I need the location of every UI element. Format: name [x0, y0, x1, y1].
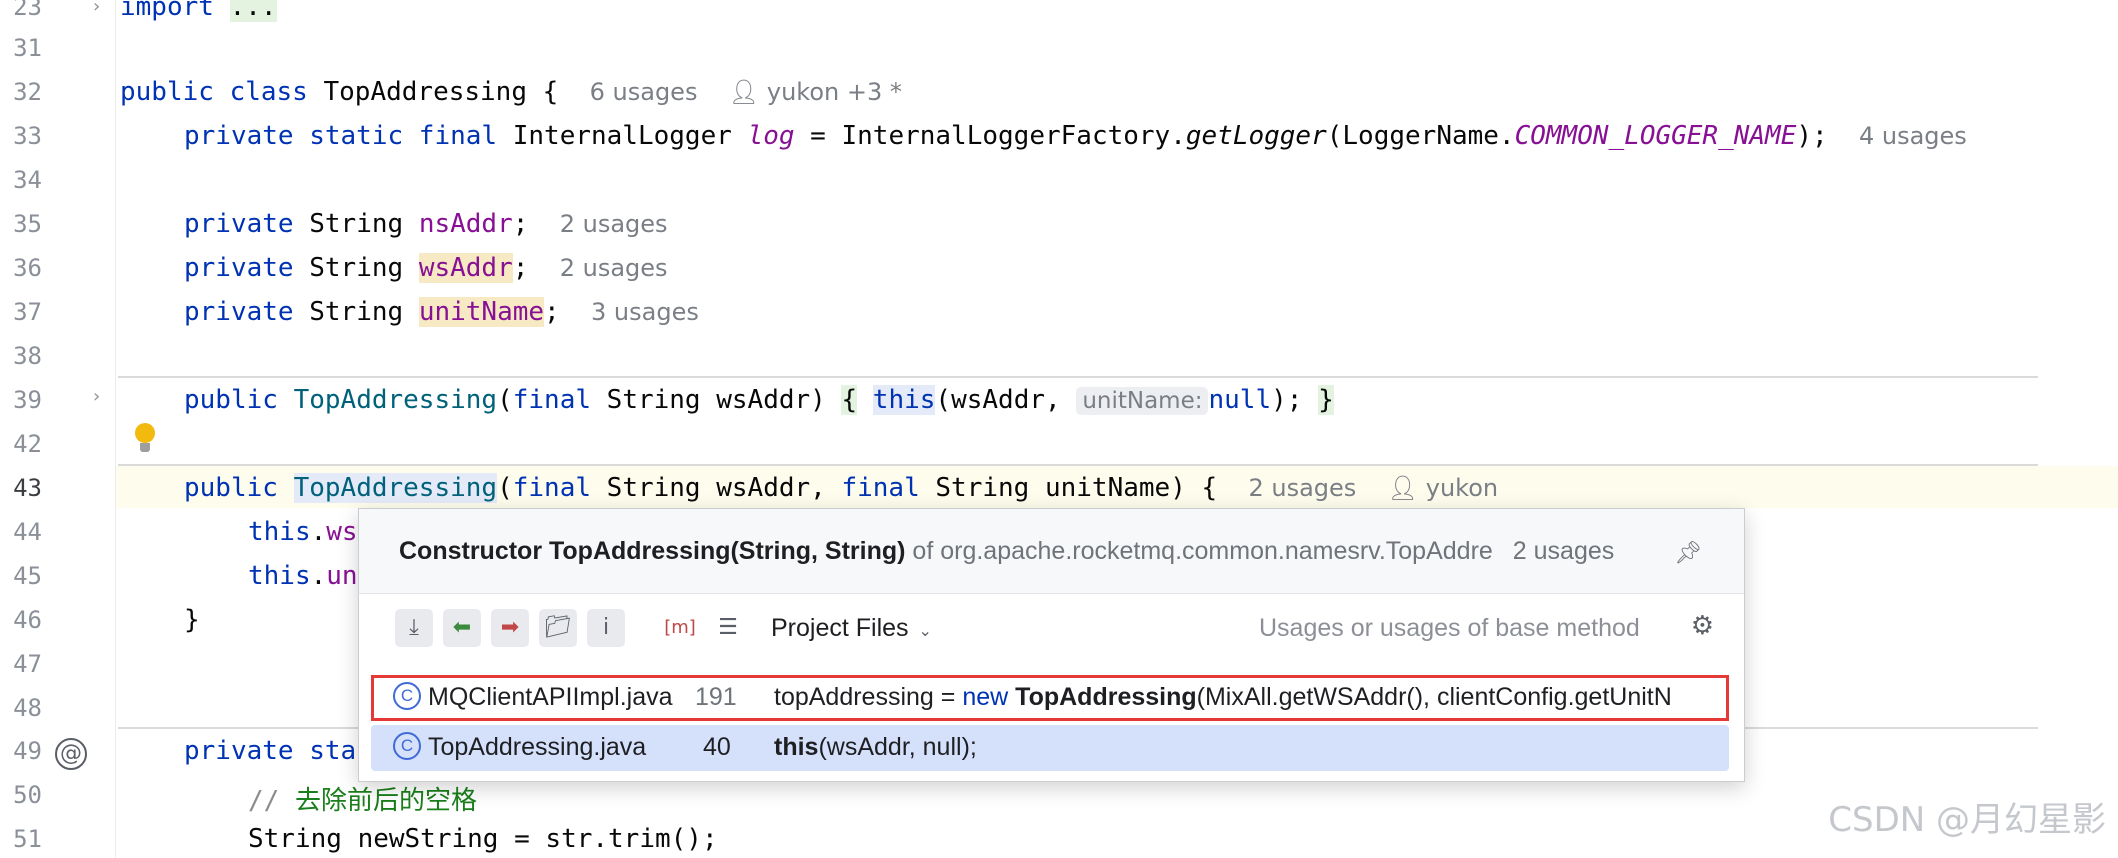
author-hint[interactable]: 👤︎ yukon +3 * — [729, 78, 902, 106]
line-number[interactable]: 43 — [0, 474, 42, 502]
code-line-39[interactable]: public TopAddressing(final String wsAddr… — [184, 385, 1334, 415]
lightbulb-icon[interactable] — [135, 423, 155, 452]
scope-dropdown[interactable]: Project Files ⌄ — [771, 614, 932, 643]
gear-icon[interactable]: ⚙ — [1691, 611, 1714, 641]
line-number[interactable]: 50 — [0, 781, 42, 809]
code-line-50[interactable]: // 去除前后的空格 — [248, 780, 477, 817]
usages-hint[interactable]: 3 usages — [591, 298, 699, 326]
line-number[interactable]: 38 — [0, 342, 42, 370]
read-access-icon[interactable]: ⬅ — [443, 609, 481, 647]
class-icon: C — [393, 732, 421, 760]
parameter-name-hint: unitName: — [1076, 387, 1209, 415]
annotation-marker-icon[interactable]: @ — [55, 738, 87, 770]
code-line-23[interactable]: import ... — [120, 0, 277, 22]
usages-hint[interactable]: 2 usages — [1248, 474, 1356, 502]
method-separator — [118, 376, 2038, 378]
filter-hint: Usages or usages of base method — [1259, 614, 1640, 642]
pin-icon[interactable]: 📌︎ — [1674, 541, 1702, 566]
line-number[interactable]: 51 — [0, 825, 42, 853]
person-icon: 👤︎ — [1387, 474, 1419, 502]
preview-icon[interactable]: ☰ — [709, 609, 747, 647]
line-number[interactable]: 23 — [0, 0, 42, 21]
class-name: TopAddressing — [323, 77, 528, 107]
folded-imports[interactable]: ... — [229, 0, 277, 22]
popup-usage-count: 2 usages — [1512, 537, 1615, 565]
code-line-35[interactable]: private String nsAddr; 2 usages — [184, 209, 668, 239]
code-line-33[interactable]: private static final InternalLogger log … — [184, 121, 1967, 151]
code-line-37[interactable]: private String unitName; 3 usages — [184, 297, 699, 327]
line-number[interactable]: 32 — [0, 78, 42, 106]
code-line-45[interactable]: this.un — [248, 561, 358, 591]
class-icon: C — [393, 682, 421, 710]
line-number[interactable]: 47 — [0, 650, 42, 678]
usage-snippet: this(wsAddr, null); — [774, 733, 977, 761]
info-icon[interactable]: i — [587, 609, 625, 647]
chevron-down-icon: ⌄ — [918, 623, 932, 640]
popup-title: Constructor TopAddressing(String, String… — [399, 537, 1615, 565]
usages-hint[interactable]: 2 usages — [560, 210, 668, 238]
usages-hint[interactable]: 6 usages — [590, 78, 698, 106]
code-line-36[interactable]: private String wsAddr; 2 usages — [184, 253, 668, 283]
line-number[interactable]: 31 — [0, 34, 42, 62]
usage-result-row-selected[interactable]: C TopAddressing.java 40 this(wsAddr, nul… — [371, 725, 1729, 771]
line-number[interactable]: 33 — [0, 122, 42, 150]
code-line-51[interactable]: String newString = str.trim(); — [248, 824, 718, 854]
code-line-46[interactable]: } — [184, 605, 200, 635]
author-hint[interactable]: 👤︎ yukon — [1388, 474, 1498, 502]
method-separator — [118, 464, 2038, 466]
line-number[interactable]: 45 — [0, 562, 42, 590]
line-number[interactable]: 42 — [0, 430, 42, 458]
directory-icon[interactable]: 📁︎ — [539, 609, 577, 647]
line-number[interactable]: 35 — [0, 210, 42, 238]
code-line-43[interactable]: public TopAddressing(final String wsAddr… — [184, 473, 1498, 503]
popup-header: Constructor TopAddressing(String, String… — [359, 509, 1744, 594]
code-line-49[interactable]: private sta — [184, 736, 356, 766]
line-number[interactable]: 34 — [0, 166, 42, 194]
line-number[interactable]: 36 — [0, 254, 42, 282]
line-number[interactable]: 37 — [0, 298, 42, 326]
code-line-44[interactable]: this.ws — [248, 517, 358, 547]
line-number[interactable]: 49 — [0, 737, 42, 765]
merge-usages-icon[interactable]: ⤓ — [395, 609, 433, 647]
method-icon[interactable]: [m] — [661, 609, 699, 647]
person-icon: 👤︎ — [728, 78, 760, 106]
line-number[interactable]: 46 — [0, 606, 42, 634]
code-line-32[interactable]: public class TopAddressing { 6 usages 👤︎… — [120, 77, 902, 107]
write-access-icon[interactable]: ➡ — [491, 609, 529, 647]
line-number[interactable]: 39 — [0, 386, 42, 414]
fold-arrow-icon[interactable]: › — [93, 386, 100, 407]
line-number[interactable]: 44 — [0, 518, 42, 546]
usages-hint[interactable]: 4 usages — [1859, 122, 1967, 150]
usage-snippet: topAddressing = new TopAddressing(MixAll… — [774, 683, 1672, 711]
find-usages-popup[interactable]: Constructor TopAddressing(String, String… — [358, 508, 1745, 782]
line-number[interactable]: 48 — [0, 694, 42, 722]
watermark: CSDN @月幻星影 — [1828, 800, 2106, 840]
usages-hint[interactable]: 2 usages — [560, 254, 668, 282]
usage-result-row[interactable]: C MQClientAPIImpl.java 191 topAddressing… — [371, 675, 1729, 721]
fold-arrow-icon[interactable]: › — [93, 0, 100, 17]
